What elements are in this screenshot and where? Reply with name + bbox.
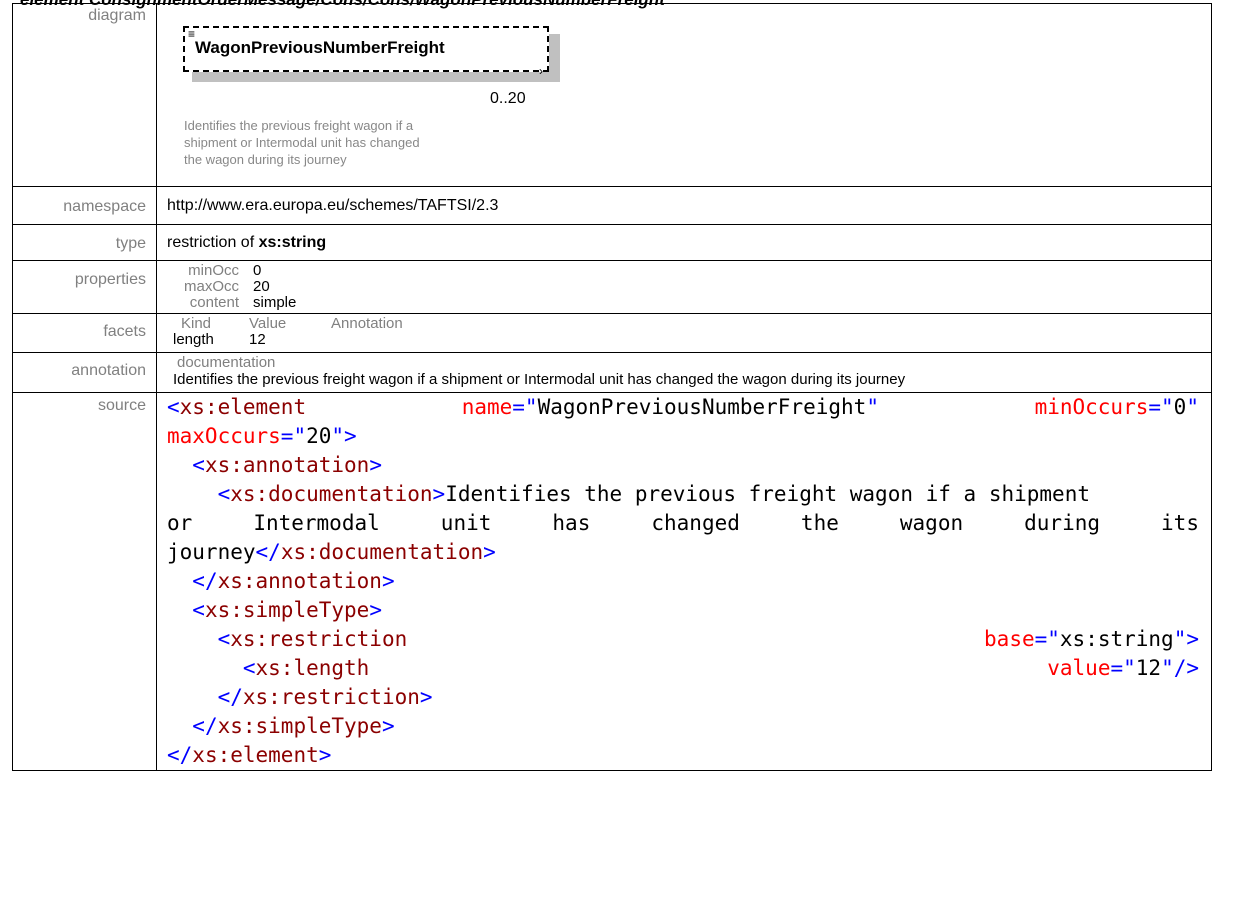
source-row: source <xs:element name="WagonPreviousNu…: [12, 392, 1212, 771]
facet-value: 12: [249, 331, 266, 348]
source-tag: xs:length: [255, 656, 370, 680]
source-attr-value: xs:string: [1059, 627, 1174, 651]
type-value: restriction of xs:string: [167, 225, 1203, 260]
facets-header: Kind Value Annotation: [173, 316, 1203, 332]
diagram-annotation-line: Identifies the previous freight wagon if…: [184, 118, 414, 133]
source-tag: xs:simpleType: [217, 714, 382, 738]
diagram-cell: ≡ WagonPreviousNumberFreight › 0..20 Ide…: [156, 3, 1212, 187]
diagram-annotation: Identifies the previous freight wagon if…: [184, 117, 544, 168]
source-text: journey: [167, 540, 256, 564]
facets-row: facets Kind Value Annotation length 12: [12, 313, 1212, 353]
source-word: changed: [651, 511, 740, 535]
source-tag: xs:restriction: [242, 685, 420, 709]
source-attr: value: [1047, 656, 1111, 680]
occurrence-label: 0..20: [490, 90, 526, 107]
facet-kind: length: [173, 331, 214, 348]
source-attr-value: WagonPreviousNumberFreight: [537, 395, 867, 419]
source-attr: base: [984, 627, 1035, 651]
namespace-label: namespace: [12, 186, 157, 225]
facet-header-kind: Kind: [181, 315, 212, 332]
property-value: 20: [253, 278, 270, 295]
element-diagram: ≡ WagonPreviousNumberFreight › 0..20 Ide…: [167, 4, 1203, 186]
property-item: maxOcc 20: [179, 279, 1203, 295]
source-line: <xs:element name="WagonPreviousNumberFre…: [167, 395, 1199, 419]
element-box[interactable]: ≡ WagonPreviousNumberFreight: [183, 26, 549, 72]
source-label: source: [12, 392, 157, 771]
properties-label: properties: [12, 260, 157, 314]
source-line: maxOccurs="20">: [167, 424, 357, 448]
source-line: </xs:annotation>: [192, 569, 395, 593]
element-box-name: WagonPreviousNumberFreight: [195, 38, 445, 57]
annotation-block: documentation Identifies the previous fr…: [173, 353, 1203, 392]
property-key: maxOcc: [183, 278, 239, 295]
source-line: or Intermodal unit has changed the wagon…: [167, 509, 1199, 538]
property-value: simple: [253, 294, 297, 311]
source-line: <xs:documentation>Identifies the previou…: [217, 482, 1090, 506]
properties-list: minOcc 0 maxOcc 20 content simple: [179, 261, 1203, 313]
annotation-header: documentation: [177, 354, 276, 371]
type-label: type: [12, 224, 157, 261]
type-row: type restriction of xs:string: [12, 224, 1212, 261]
expand-arrow-icon: ›: [539, 64, 543, 78]
namespace-row: namespace http://www.era.europa.eu/schem…: [12, 186, 1212, 225]
source-word: its: [1161, 511, 1199, 535]
source-tag: xs:annotation: [204, 453, 370, 477]
source-line: </xs:element>: [167, 743, 332, 767]
source-text: Identifies the previous freight wagon if…: [445, 482, 1090, 506]
facet-row: length 12: [173, 332, 1203, 348]
source-line: </xs:restriction>: [217, 685, 433, 709]
source-line: journey</xs:documentation>: [167, 540, 496, 564]
property-value: 0: [253, 262, 262, 279]
source-word: during: [1024, 511, 1100, 535]
property-item: minOcc 0: [179, 263, 1203, 279]
type-prefix: restriction of: [167, 234, 259, 251]
diagram-row: diagram ≡ WagonPreviousNumberFreight › 0…: [12, 3, 1212, 187]
source-attr-value: 20: [306, 424, 332, 448]
source-tag: xs:documentation: [230, 482, 433, 506]
annotation-label: annotation: [12, 352, 157, 393]
property-key: content: [189, 294, 239, 311]
facets-table: Kind Value Annotation length 12: [173, 314, 1203, 352]
source-word: wagon: [899, 511, 964, 535]
source-tag: xs:element: [179, 395, 307, 419]
properties-row: properties minOcc 0 maxOcc 20 content simpl…: [12, 260, 1212, 314]
source-tag: xs:restriction: [230, 627, 408, 651]
facets-label: facets: [12, 313, 157, 353]
source-tag: xs:simpleType: [204, 598, 370, 622]
source-word: has: [552, 511, 591, 535]
element-list-icon: ≡: [188, 27, 196, 41]
source-line: </xs:simpleType>: [192, 714, 395, 738]
property-key: minOcc: [188, 262, 239, 279]
source-word: or: [167, 511, 193, 535]
facet-header-annotation: Annotation: [331, 315, 403, 332]
source-line: <xs:simpleType>: [192, 598, 382, 622]
diagram-label: diagram: [12, 3, 157, 187]
diagram-annotation-line: shipment or Intermodal unit has changed: [184, 135, 420, 150]
source-attr-value: 0: [1173, 395, 1187, 419]
type-base[interactable]: xs:string: [259, 234, 327, 251]
source-line: <xs:length value="12"/>: [242, 656, 1199, 680]
source-word: the: [800, 511, 839, 535]
element-doc-table: diagram ≡ WagonPreviousNumberFreight › 0…: [12, 3, 1212, 771]
diagram-annotation-line: the wagon during its journey: [184, 152, 347, 167]
source-tag: xs:documentation: [280, 540, 484, 564]
source-line: <xs:annotation>: [192, 453, 382, 477]
source-tag: xs:annotation: [217, 569, 382, 593]
source-attr: minOccurs: [1034, 395, 1149, 419]
source-attr: maxOccurs: [167, 424, 281, 448]
annotation-text: Identifies the previous freight wagon if…: [173, 371, 906, 388]
namespace-value: http://www.era.europa.eu/schemes/TAFTSI/…: [167, 197, 499, 214]
source-attr: name: [461, 395, 513, 419]
source-tag: xs:element: [192, 743, 319, 767]
source-word: Intermodal: [253, 511, 380, 535]
source-line: <xs:restriction base="xs:string">: [217, 627, 1199, 651]
facet-header-value: Value: [249, 315, 287, 332]
source-attr-value: 12: [1135, 656, 1162, 680]
source-code: <xs:element name="WagonPreviousNumberFre…: [167, 393, 1199, 770]
property-item: content simple: [179, 295, 1203, 311]
annotation-row: annotation documentation Identifies the …: [12, 352, 1212, 393]
source-word: unit: [440, 511, 492, 535]
